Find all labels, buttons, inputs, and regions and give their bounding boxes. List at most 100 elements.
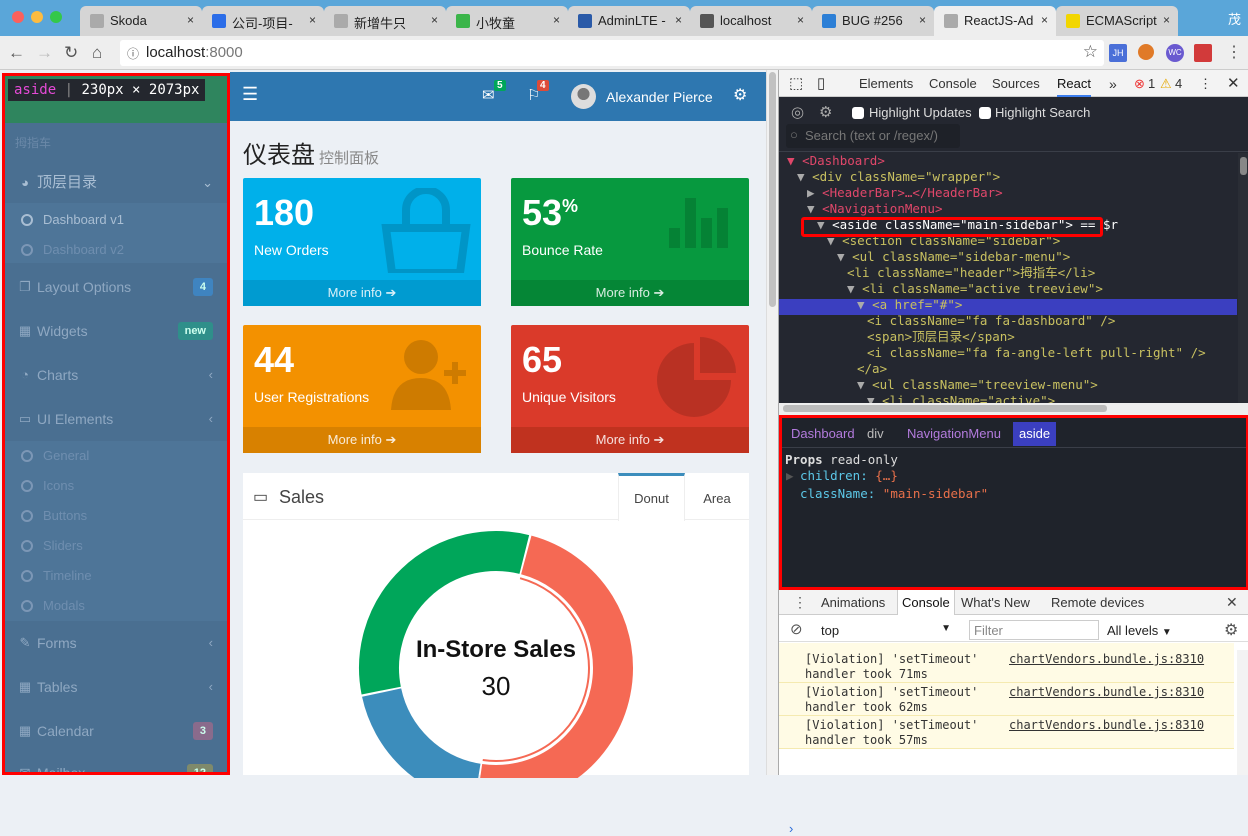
browser-tab[interactable]: BUG #256 × bbox=[812, 6, 934, 36]
tree-vertical-scrollbar[interactable] bbox=[1238, 153, 1248, 403]
expand-triangle-icon[interactable]: ▼ bbox=[787, 153, 802, 168]
settings-gears-icon[interactable]: ⚙ bbox=[733, 85, 747, 105]
message-source-link[interactable]: chartVendors.bundle.js:8310 bbox=[1009, 652, 1204, 667]
highlight-search-checkbox[interactable] bbox=[979, 107, 991, 119]
console-prompt-icon[interactable]: › bbox=[789, 821, 793, 836]
devtools-menu-icon[interactable]: ⋮ bbox=[1199, 76, 1212, 92]
extension-wc[interactable]: WC bbox=[1166, 44, 1184, 62]
expand-triangle-icon[interactable]: ▼ bbox=[857, 377, 872, 392]
expand-triangle-icon[interactable]: ▼ bbox=[797, 169, 812, 184]
tab-close-icon[interactable]: × bbox=[187, 13, 194, 27]
tree-node[interactable]: ▼ <li className="active"> bbox=[867, 393, 1055, 403]
sidebar-item[interactable]: ✉ Mailbox 12 bbox=[5, 751, 227, 772]
bookmark-star-icon[interactable]: ☆ bbox=[1083, 42, 1098, 62]
tree-node[interactable]: <i className="fa fa-dashboard" /> bbox=[867, 313, 1115, 329]
settings-gear-icon[interactable]: ⚙ bbox=[819, 103, 832, 121]
maximize-window-button[interactable] bbox=[50, 11, 62, 23]
donut-slice[interactable] bbox=[362, 687, 482, 778]
tab-close-icon[interactable]: × bbox=[1041, 13, 1048, 27]
breadcrumb-dashboard[interactable]: Dashboard bbox=[785, 422, 861, 446]
tab-close-icon[interactable]: × bbox=[919, 13, 926, 27]
donut-slice[interactable] bbox=[479, 535, 633, 778]
browser-tab[interactable]: 公司-项目- × bbox=[202, 6, 324, 36]
device-toolbar-icon[interactable]: ▯ bbox=[817, 74, 825, 92]
user-avatar[interactable] bbox=[571, 84, 596, 109]
minimize-window-button[interactable] bbox=[31, 11, 43, 23]
tab-close-icon[interactable]: × bbox=[1163, 13, 1170, 27]
drawer-tab[interactable]: Animations bbox=[817, 590, 889, 615]
sidebar-item[interactable]: ▦ Widgets new bbox=[5, 309, 227, 353]
extension-icon[interactable] bbox=[1138, 44, 1154, 60]
sidebar-item[interactable]: ✎ Forms ‹ bbox=[5, 621, 227, 665]
drawer-menu-icon[interactable]: ⋮ bbox=[793, 594, 807, 611]
expand-triangle-icon[interactable]: ▼ bbox=[807, 201, 822, 216]
expand-triangle-icon[interactable]: ▼ bbox=[867, 393, 882, 403]
drawer-tab[interactable]: What's New bbox=[957, 590, 1034, 615]
prop-row[interactable]: className: "main-sidebar" bbox=[800, 486, 988, 501]
more-info-link[interactable]: More info ➔ bbox=[243, 280, 481, 306]
breadcrumb-aside[interactable]: aside bbox=[1013, 422, 1057, 446]
more-info-link[interactable]: More info ➔ bbox=[511, 427, 749, 453]
console-scrollbar[interactable] bbox=[1237, 650, 1248, 775]
tab-area[interactable]: Area bbox=[685, 476, 749, 520]
sidebar-toggle-icon[interactable]: ☰ bbox=[242, 84, 258, 105]
url-input[interactable]: ⓘ localhost:8000 ☆ bbox=[120, 40, 1104, 66]
forward-button[interactable]: → bbox=[36, 43, 53, 63]
tab-close-icon[interactable]: × bbox=[309, 13, 316, 27]
sidebar-subitem[interactable]: Modals bbox=[5, 591, 227, 621]
browser-tab[interactable]: AdminLTE - × bbox=[568, 6, 690, 36]
tab-close-icon[interactable]: × bbox=[431, 13, 438, 27]
sidebar-item[interactable]: ◔ Charts ‹ bbox=[5, 353, 227, 397]
close-window-button[interactable] bbox=[12, 11, 24, 23]
sidebar-subitem[interactable]: Dashboard v1 bbox=[5, 205, 227, 235]
message-source-link[interactable]: chartVendors.bundle.js:8310 bbox=[1009, 685, 1204, 700]
devtools-tab-console[interactable]: Console bbox=[929, 76, 977, 91]
context-select[interactable]: top ▼ bbox=[821, 623, 951, 638]
highlight-updates-checkbox[interactable] bbox=[852, 107, 864, 119]
sidebar-item[interactable]: ▦ Tables ‹ bbox=[5, 665, 227, 709]
info-icon[interactable]: ⓘ bbox=[127, 45, 139, 62]
expand-triangle-icon[interactable]: ▶ bbox=[786, 468, 794, 483]
sidebar-subitem[interactable]: Buttons bbox=[5, 501, 227, 531]
expand-triangle-icon[interactable]: ▼ bbox=[847, 281, 862, 296]
sidebar-item[interactable]: ▭ UI Elements ‹ bbox=[5, 397, 227, 441]
browser-tab[interactable]: Skoda × bbox=[80, 6, 202, 36]
tree-horizontal-scrollbar[interactable] bbox=[779, 403, 1248, 415]
sidebar-item[interactable]: ▦ Calendar 3 bbox=[5, 709, 227, 753]
tree-node[interactable]: <span>顶层目录</span> bbox=[867, 329, 1015, 345]
browser-tab[interactable]: ReactJS-Ad × bbox=[934, 6, 1056, 36]
tree-node[interactable]: ▼ <Dashboard> bbox=[787, 153, 885, 169]
console-filter-input[interactable]: Filter bbox=[969, 620, 1099, 640]
tree-node[interactable]: ▼ <NavigationMenu> bbox=[807, 201, 942, 217]
react-search-input[interactable]: ○ Search (text or /regex/) bbox=[786, 124, 960, 148]
sidebar-item[interactable]: ◕ 顶层目录 ⌄ bbox=[5, 161, 227, 205]
donut-slice[interactable] bbox=[359, 531, 530, 695]
tree-node[interactable]: <li className="header">拇指车</li> bbox=[847, 265, 1095, 281]
tree-node[interactable]: <i className="fa fa-angle-left pull-righ… bbox=[867, 345, 1206, 361]
messages-envelope-icon[interactable]: ✉ bbox=[482, 86, 495, 104]
breadcrumb-div[interactable]: div bbox=[861, 422, 890, 446]
more-info-link[interactable]: More info ➔ bbox=[511, 280, 749, 306]
breadcrumb-navigationmenu[interactable]: NavigationMenu bbox=[901, 422, 1007, 446]
page-scrollbar[interactable] bbox=[766, 70, 778, 775]
tree-node[interactable]: ▼ <ul className="sidebar-menu"> bbox=[837, 249, 1070, 265]
home-button[interactable]: ⌂ bbox=[92, 43, 102, 63]
sidebar-subitem[interactable]: Timeline bbox=[5, 561, 227, 591]
sidebar-subitem[interactable]: General bbox=[5, 441, 227, 471]
tree-node[interactable]: ▶ <HeaderBar>…</HeaderBar> bbox=[807, 185, 1003, 201]
more-info-link[interactable]: More info ➔ bbox=[243, 427, 481, 453]
sidebar-subitem[interactable]: Sliders bbox=[5, 531, 227, 561]
expand-triangle-icon[interactable]: ▼ bbox=[837, 249, 852, 264]
drawer-tab[interactable]: Remote devices bbox=[1047, 590, 1148, 615]
warning-count[interactable]: 4 bbox=[1175, 76, 1182, 91]
inspect-element-icon[interactable]: ⬚ bbox=[789, 74, 803, 92]
sidebar-item[interactable]: ❐ Layout Options 4 bbox=[5, 265, 227, 309]
prop-row[interactable]: ▶ children: {…} bbox=[786, 468, 898, 483]
profile-button[interactable]: 茂 bbox=[1228, 9, 1241, 28]
browser-menu-icon[interactable]: ⋮ bbox=[1226, 42, 1242, 62]
close-devtools-icon[interactable]: ✕ bbox=[1227, 74, 1240, 92]
tree-node[interactable]: ▼ <li className="active treeview"> bbox=[847, 281, 1103, 297]
expand-triangle-icon[interactable]: ▶ bbox=[807, 185, 822, 200]
sidebar-subitem[interactable]: Icons bbox=[5, 471, 227, 501]
browser-tab[interactable]: localhost × bbox=[690, 6, 812, 36]
